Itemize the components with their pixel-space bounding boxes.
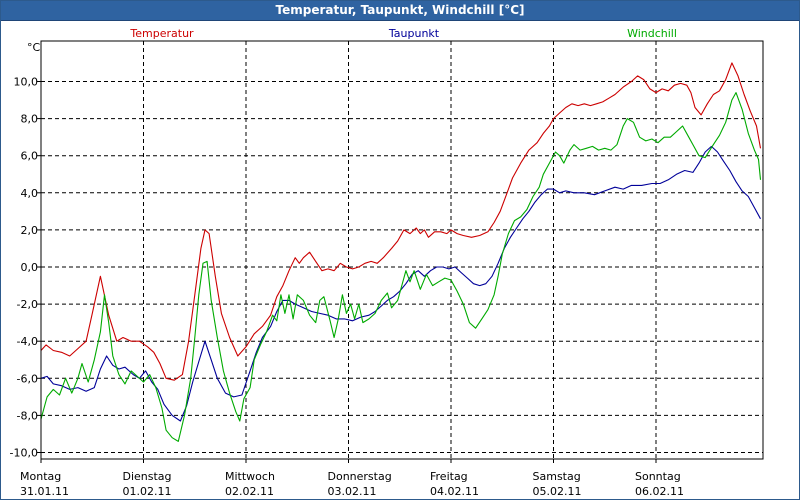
legend-entry-temperatur: Temperatur	[129, 27, 194, 40]
x-tick-date-label: 06.02.11	[635, 485, 684, 498]
series-line-temperatur	[40, 62, 762, 381]
y-tick-label: 10,0	[14, 76, 39, 89]
x-tick-day-label: Donnerstag	[328, 470, 392, 483]
y-axis-label: °C	[27, 41, 41, 54]
y-tick-label: 0,0	[21, 261, 39, 274]
y-tick-label: -4,0	[17, 335, 38, 348]
grid	[41, 41, 763, 459]
line-chart: -10,0 -8,0 -6,0 -4,0 -2,0 0,0 2,0 4,0 6,0 8,0 10,0…	[10, 27, 764, 498]
y-tick-label: 4,0	[21, 187, 39, 200]
x-tick-day-label: Samstag	[533, 470, 581, 483]
legend-entry-taupunkt: Taupunkt	[388, 27, 440, 40]
x-tick-date-label: 02.02.11	[225, 485, 274, 498]
y-tick-label: 6,0	[21, 150, 39, 163]
y-tick-label: 8,0	[21, 113, 39, 126]
x-tick-date-label: 03.02.11	[328, 485, 377, 498]
y-tick-label: -8,0	[17, 409, 38, 422]
series-lines	[40, 62, 762, 442]
x-tick-day-label: Montag	[20, 470, 61, 483]
x-tick-day-label: Freitag	[430, 470, 468, 483]
x-axis-ticks: Montag 31.01.11 Dienstag 01.02.11 Mittwoch 02…	[20, 459, 684, 498]
x-tick-day-label: Sonntag	[635, 470, 681, 483]
x-tick-date-label: 04.02.11	[430, 485, 479, 498]
chart-window: Temperatur, Taupunkt, Windchill [°C] -10…	[0, 0, 800, 500]
x-tick-date-label: 05.02.11	[533, 485, 582, 498]
y-tick-label: -6,0	[17, 372, 38, 385]
x-tick-date-label: 31.01.11	[20, 485, 69, 498]
legend-entry-windchill: Windchill	[627, 27, 677, 40]
y-axis-ticks: -10,0 -8,0 -6,0 -4,0 -2,0 0,0 2,0 4,0 6,0 8,0 10,0	[10, 76, 41, 460]
y-tick-label: -10,0	[10, 447, 38, 460]
legend: Temperatur Taupunkt Windchill	[129, 27, 677, 40]
y-tick-label: -2,0	[17, 298, 38, 311]
x-tick-day-label: Dienstag	[123, 470, 172, 483]
x-tick-day-label: Mittwoch	[225, 470, 275, 483]
x-tick-date-label: 01.02.11	[123, 485, 172, 498]
plot-area-border	[40, 40, 764, 460]
y-tick-label: 2,0	[21, 224, 39, 237]
series-line-taupunkt	[40, 145, 761, 422]
